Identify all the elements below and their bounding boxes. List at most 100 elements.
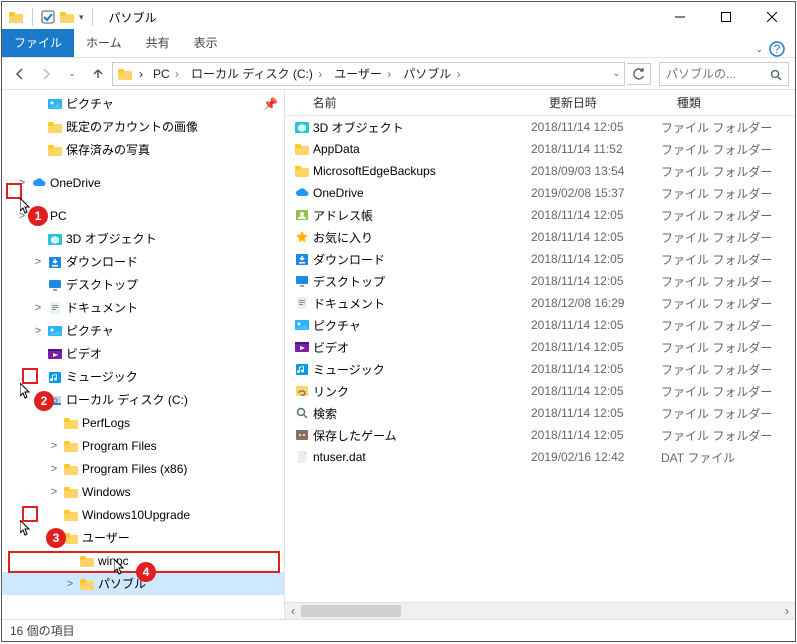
folder-icon (291, 163, 313, 179)
list-row[interactable]: AppData2018/11/14 11:52ファイル フォルダー (285, 138, 795, 160)
list-row[interactable]: ミュージック2018/11/14 12:05ファイル フォルダー (285, 358, 795, 380)
titlebar: ▾ パソブル (2, 2, 795, 32)
column-name[interactable]: 名前 (313, 94, 549, 111)
tab-view[interactable]: 表示 (182, 29, 230, 57)
item-date: 2018/11/14 12:05 (531, 384, 661, 398)
list-row[interactable]: ダウンロード2018/11/14 12:05ファイル フォルダー (285, 248, 795, 270)
column-date[interactable]: 更新日時 (549, 94, 677, 111)
contacts-icon (291, 207, 313, 223)
tree-label: Program Files (80, 439, 157, 453)
ribbon-help[interactable]: ⌄ ? (755, 41, 795, 57)
ribbon-expand-icon[interactable]: ⌄ (755, 44, 763, 55)
nav-history-dropdown[interactable]: ⌄ (60, 62, 84, 86)
expander-icon[interactable]: > (46, 486, 62, 498)
cursor-icon (114, 559, 126, 575)
column-type[interactable]: 種類 (677, 94, 795, 111)
tree-label: ビデオ (64, 345, 102, 362)
item-type: ファイル フォルダー (661, 273, 781, 290)
tree-item[interactable]: PerfLogs (2, 411, 284, 434)
tree-label: ダウンロード (64, 253, 138, 270)
tab-file[interactable]: ファイル (2, 29, 74, 57)
column-headers[interactable]: 名前 更新日時 種類 (285, 90, 795, 116)
cloud-icon (291, 185, 313, 201)
help-icon[interactable]: ? (769, 41, 785, 57)
item-type: DAT ファイル (661, 449, 781, 466)
tree-item[interactable]: Windows10Upgrade (2, 503, 284, 526)
tree-label: ミュージック (64, 368, 138, 385)
tab-home[interactable]: ホーム (74, 29, 134, 57)
scroll-left-icon[interactable]: ‹ (285, 603, 301, 619)
nav-forward-button[interactable] (34, 62, 58, 86)
address-dropdown-icon[interactable]: ⌄ (612, 68, 620, 79)
cursor-icon (20, 520, 32, 536)
tree-item[interactable]: ミュージック (2, 365, 284, 388)
expander-icon[interactable]: > (46, 463, 62, 475)
tab-share[interactable]: 共有 (134, 29, 182, 57)
list-row[interactable]: デスクトップ2018/11/14 12:05ファイル フォルダー (285, 270, 795, 292)
list-row[interactable]: ビデオ2018/11/14 12:05ファイル フォルダー (285, 336, 795, 358)
breadcrumb-disk[interactable]: ローカル ディスク (C:) › (187, 65, 328, 82)
list-row[interactable]: 保存したゲーム2018/11/14 12:05ファイル フォルダー (285, 424, 795, 446)
item-type: ファイル フォルダー (661, 185, 781, 202)
breadcrumb-pc[interactable]: PC › (149, 67, 185, 81)
tree-item[interactable]: 3D オブジェクト (2, 227, 284, 250)
list-row[interactable]: ピクチャ2018/11/14 12:05ファイル フォルダー (285, 314, 795, 336)
tree-item[interactable]: >OneDrive (2, 171, 284, 194)
scroll-thumb[interactable] (301, 605, 401, 617)
3d-icon (46, 231, 64, 247)
qat-dropdown-icon[interactable]: ▾ (79, 12, 84, 23)
item-type: ファイル フォルダー (661, 317, 781, 334)
breadcrumb-users[interactable]: ユーザー › (330, 65, 397, 82)
list-row[interactable]: ドキュメント2018/12/08 16:29ファイル フォルダー (285, 292, 795, 314)
refresh-button[interactable] (627, 63, 651, 85)
nav-back-button[interactable] (8, 62, 32, 86)
minimize-button[interactable] (657, 2, 703, 32)
tree-item[interactable]: >ドキュメント (2, 296, 284, 319)
tree-item[interactable]: >Windows (2, 480, 284, 503)
tree-item[interactable]: デスクトップ (2, 273, 284, 296)
tree-item[interactable]: > Program Files (2, 434, 284, 457)
list-row[interactable]: 3D オブジェクト2018/11/14 12:05ファイル フォルダー (285, 116, 795, 138)
address-box[interactable]: › PC › ローカル ディスク (C:) › ユーザー › パソブル › ⌄ (112, 62, 625, 86)
list-row[interactable]: リンク2018/11/14 12:05ファイル フォルダー (285, 380, 795, 402)
properties-checkbox-icon[interactable] (41, 10, 55, 24)
annotation-expand-box-1 (6, 183, 22, 199)
tree-item[interactable]: > ダウンロード (2, 250, 284, 273)
list-row[interactable]: OneDrive2019/02/08 15:37ファイル フォルダー (285, 182, 795, 204)
maximize-button[interactable] (703, 2, 749, 32)
horizontal-scrollbar[interactable]: ‹ › (285, 602, 795, 619)
list-row[interactable]: 検索2018/11/14 12:05ファイル フォルダー (285, 402, 795, 424)
list-row[interactable]: MicrosoftEdgeBackups2018/09/03 13:54ファイル… (285, 160, 795, 182)
navigation-pane[interactable]: ピクチャ📌既定のアカウントの画像保存済みの写真>OneDrive>PC3D オブ… (2, 90, 285, 619)
close-button[interactable] (749, 2, 795, 32)
tree-item[interactable]: >Program Files (x86) (2, 457, 284, 480)
breadcrumb-current[interactable]: パソブル › (399, 65, 466, 82)
expander-icon[interactable]: > (30, 325, 46, 337)
folder-icon (291, 141, 313, 157)
file-icon (291, 449, 313, 465)
desktop-icon (46, 277, 64, 293)
annotation-callout-2: 2 (34, 391, 54, 411)
expander-icon[interactable]: > (30, 302, 46, 314)
quick-access-toolbar: ▾ (2, 8, 103, 26)
expander-icon[interactable]: > (62, 578, 78, 590)
breadcrumb-sep[interactable]: › (135, 67, 147, 81)
scroll-right-icon[interactable]: › (779, 603, 795, 619)
item-name: ピクチャ (313, 317, 531, 334)
nav-up-button[interactable] (86, 62, 110, 86)
tree-item[interactable]: >ユーザー (2, 526, 284, 549)
expander-icon[interactable]: > (46, 440, 62, 452)
tree-item[interactable]: >ピクチャ (2, 319, 284, 342)
expander-icon[interactable]: > (30, 256, 46, 268)
list-row[interactable]: お気に入り2018/11/14 12:05ファイル フォルダー (285, 226, 795, 248)
tree-label: ピクチャ (64, 95, 114, 112)
folder-icon (46, 119, 64, 135)
list-row[interactable]: アドレス帳2018/11/14 12:05ファイル フォルダー (285, 204, 795, 226)
tree-item[interactable]: 既定のアカウントの画像 (2, 115, 284, 138)
search-input[interactable]: パソブルの... (659, 62, 789, 86)
tree-item[interactable]: ビデオ (2, 342, 284, 365)
tree-item[interactable]: ピクチャ📌 (2, 92, 284, 115)
item-date: 2018/11/14 12:05 (531, 208, 661, 222)
list-row[interactable]: ntuser.dat2019/02/16 12:42DAT ファイル (285, 446, 795, 468)
tree-item[interactable]: 保存済みの写真 (2, 138, 284, 161)
